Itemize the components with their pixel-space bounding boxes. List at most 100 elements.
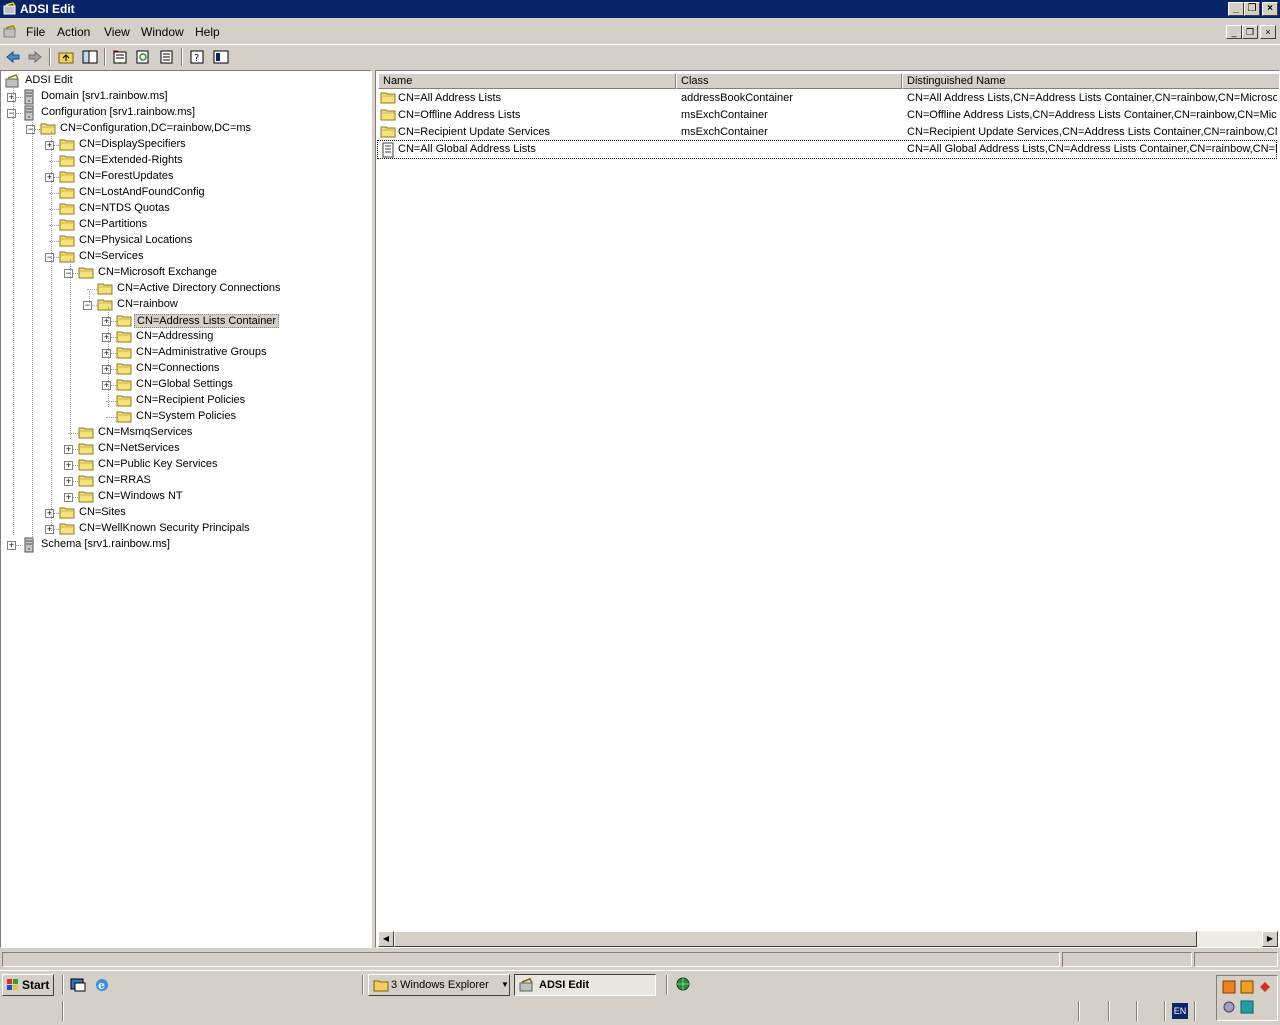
list-row[interactable]: CN=Recipient Update Services msExchContai… bbox=[378, 124, 1277, 141]
list-row[interactable]: CN=All Global Address Lists CN=All Global… bbox=[377, 140, 1277, 159]
mdi-restore-button[interactable]: ❐ bbox=[1242, 25, 1258, 39]
expand-plus-icon[interactable]: + bbox=[45, 509, 54, 518]
expand-plus-icon[interactable]: + bbox=[64, 461, 73, 470]
tree-node[interactable]: − Configuration [srv1.rainbow.ms] bbox=[1, 105, 371, 121]
expand-plus-icon[interactable]: + bbox=[102, 317, 111, 326]
taskbar-windows-explorer[interactable]: 3 Windows Explorer ▼ bbox=[368, 974, 510, 996]
mdi-close-button[interactable]: × bbox=[1260, 25, 1276, 39]
expand-plus-icon[interactable]: + bbox=[102, 333, 111, 342]
menu-action[interactable]: Action bbox=[57, 25, 90, 39]
tree-node[interactable]: + CN=Sites bbox=[1, 505, 371, 521]
tree-node[interactable]: + CN=Public Key Services bbox=[1, 457, 371, 473]
expand-plus-icon[interactable]: + bbox=[45, 141, 54, 150]
menu-file[interactable]: File bbox=[26, 25, 45, 39]
forward-button[interactable] bbox=[25, 48, 45, 66]
tree-node[interactable]: + Domain [srv1.rainbow.ms] bbox=[1, 89, 371, 105]
tree-node[interactable]: + CN=Address Lists Container bbox=[1, 313, 371, 329]
collapse-minus-icon[interactable]: − bbox=[7, 109, 16, 118]
mmc-system-icon[interactable] bbox=[3, 25, 17, 39]
tray-app-icon-3[interactable] bbox=[1258, 980, 1272, 994]
tree-node[interactable]: + CN=Addressing bbox=[1, 329, 371, 345]
expand-plus-icon[interactable]: + bbox=[102, 349, 111, 358]
menu-help[interactable]: Help bbox=[195, 25, 220, 39]
tree-node[interactable]: + CN=WellKnown Security Principals bbox=[1, 521, 371, 537]
tree-node-label: CN=Global Settings bbox=[136, 378, 233, 390]
menu-view[interactable]: View bbox=[104, 25, 130, 39]
help-button[interactable]: ? bbox=[187, 48, 207, 66]
taskbar-adsi-edit[interactable]: ADSI Edit bbox=[514, 974, 656, 996]
minimize-button[interactable]: _ bbox=[1228, 2, 1244, 16]
tree-node[interactable]: CN=Physical Locations bbox=[1, 233, 371, 249]
refresh-button[interactable] bbox=[133, 48, 153, 66]
collapse-minus-icon[interactable]: − bbox=[83, 301, 92, 310]
expand-plus-icon[interactable]: + bbox=[7, 93, 16, 102]
quicklaunch-desktop[interactable] bbox=[70, 977, 86, 993]
up-one-level-button[interactable] bbox=[56, 48, 76, 66]
expand-plus-icon[interactable]: + bbox=[64, 493, 73, 502]
column-header-distinguished-name[interactable]: Distinguished Name bbox=[902, 73, 1279, 89]
network-globe-button[interactable] bbox=[676, 977, 692, 993]
quicklaunch-ie[interactable]: e bbox=[94, 977, 110, 993]
expand-plus-icon[interactable]: + bbox=[45, 173, 54, 182]
tree-node-label: CN=NetServices bbox=[98, 442, 180, 454]
tray-app-icon-1[interactable] bbox=[1222, 980, 1236, 994]
tree-node[interactable]: + CN=Windows NT bbox=[1, 489, 371, 505]
tree-node[interactable]: − CN=Configuration,DC=rainbow,DC=ms bbox=[1, 121, 371, 137]
collapse-minus-icon[interactable]: − bbox=[45, 253, 54, 262]
tree-node[interactable]: + CN=RRAS bbox=[1, 473, 371, 489]
tree-node-label: CN=Administrative Groups bbox=[136, 346, 267, 358]
tree-node[interactable]: − CN=Services bbox=[1, 249, 371, 265]
tree-node[interactable]: + CN=DisplaySpecifiers bbox=[1, 137, 371, 153]
export-list-button[interactable] bbox=[157, 48, 177, 66]
expand-plus-icon[interactable]: + bbox=[102, 365, 111, 374]
restore-button[interactable]: ❐ bbox=[1244, 2, 1260, 16]
back-button[interactable] bbox=[3, 48, 23, 66]
list-row[interactable]: CN=All Address Lists addressBookContainer… bbox=[378, 90, 1277, 107]
tree-node[interactable]: − CN=rainbow bbox=[1, 297, 371, 313]
start-button[interactable]: Start bbox=[2, 974, 54, 996]
column-header-name[interactable]: Name bbox=[378, 73, 676, 89]
console-button[interactable] bbox=[211, 48, 231, 66]
expand-plus-icon[interactable]: + bbox=[64, 445, 73, 454]
horizontal-scrollbar[interactable]: ◀ ▶ bbox=[378, 931, 1278, 947]
scroll-thumb[interactable] bbox=[394, 931, 1197, 947]
tree-node[interactable]: CN=Extended-Rights bbox=[1, 153, 371, 169]
collapse-minus-icon[interactable]: − bbox=[64, 269, 73, 278]
tree-node[interactable]: + CN=Connections bbox=[1, 361, 371, 377]
tree-node[interactable]: + CN=Administrative Groups bbox=[1, 345, 371, 361]
list-row[interactable]: CN=Offline Address Lists msExchContainer C… bbox=[378, 107, 1277, 124]
tree-node[interactable]: + CN=ForestUpdates bbox=[1, 169, 371, 185]
scroll-left-button[interactable]: ◀ bbox=[378, 931, 394, 947]
expand-plus-icon[interactable]: + bbox=[64, 477, 73, 486]
properties-button[interactable] bbox=[110, 48, 130, 66]
tree-node[interactable]: CN=Active Directory Connections bbox=[1, 281, 371, 297]
tray-app-icon-2[interactable] bbox=[1240, 980, 1254, 994]
expand-plus-icon[interactable]: + bbox=[45, 525, 54, 534]
expand-plus-icon[interactable]: + bbox=[7, 541, 16, 550]
scroll-right-button[interactable]: ▶ bbox=[1262, 931, 1278, 947]
tree-pane[interactable]: ADSI Edit + Domain [srv1.rainbow.ms] − Confi… bbox=[0, 70, 372, 948]
tree-node[interactable]: CN=System Policies bbox=[1, 409, 371, 425]
mdi-minimize-button[interactable]: _ bbox=[1226, 25, 1242, 39]
tray-security-icon[interactable] bbox=[1240, 1000, 1254, 1014]
language-indicator[interactable]: EN bbox=[1172, 1003, 1188, 1019]
tray-network-icon[interactable] bbox=[1222, 1000, 1236, 1014]
tree-node[interactable]: CN=Partitions bbox=[1, 217, 371, 233]
tree-node[interactable]: − CN=Microsoft Exchange bbox=[1, 265, 371, 281]
taskbar-adsi-label: ADSI Edit bbox=[539, 979, 590, 991]
tree-node[interactable]: + Schema [srv1.rainbow.ms] bbox=[1, 537, 371, 553]
collapse-minus-icon[interactable]: − bbox=[26, 125, 35, 134]
close-button[interactable]: × bbox=[1262, 2, 1278, 16]
list-pane[interactable]: Name Class Distinguished Name CN=All Add… bbox=[375, 70, 1280, 948]
menu-window[interactable]: Window bbox=[141, 25, 184, 39]
tree-node[interactable]: CN=MsmqServices bbox=[1, 425, 371, 441]
tree-node[interactable]: + CN=NetServices bbox=[1, 441, 371, 457]
show-hide-tree-button[interactable] bbox=[80, 48, 100, 66]
column-header-class[interactable]: Class bbox=[676, 73, 902, 89]
tree-node[interactable]: + CN=Global Settings bbox=[1, 377, 371, 393]
tree-node[interactable]: CN=NTDS Quotas bbox=[1, 201, 371, 217]
tree-root-adsi-edit[interactable]: ADSI Edit bbox=[1, 73, 371, 89]
tree-node[interactable]: CN=LostAndFoundConfig bbox=[1, 185, 371, 201]
expand-plus-icon[interactable]: + bbox=[102, 381, 111, 390]
tree-node[interactable]: CN=Recipient Policies bbox=[1, 393, 371, 409]
